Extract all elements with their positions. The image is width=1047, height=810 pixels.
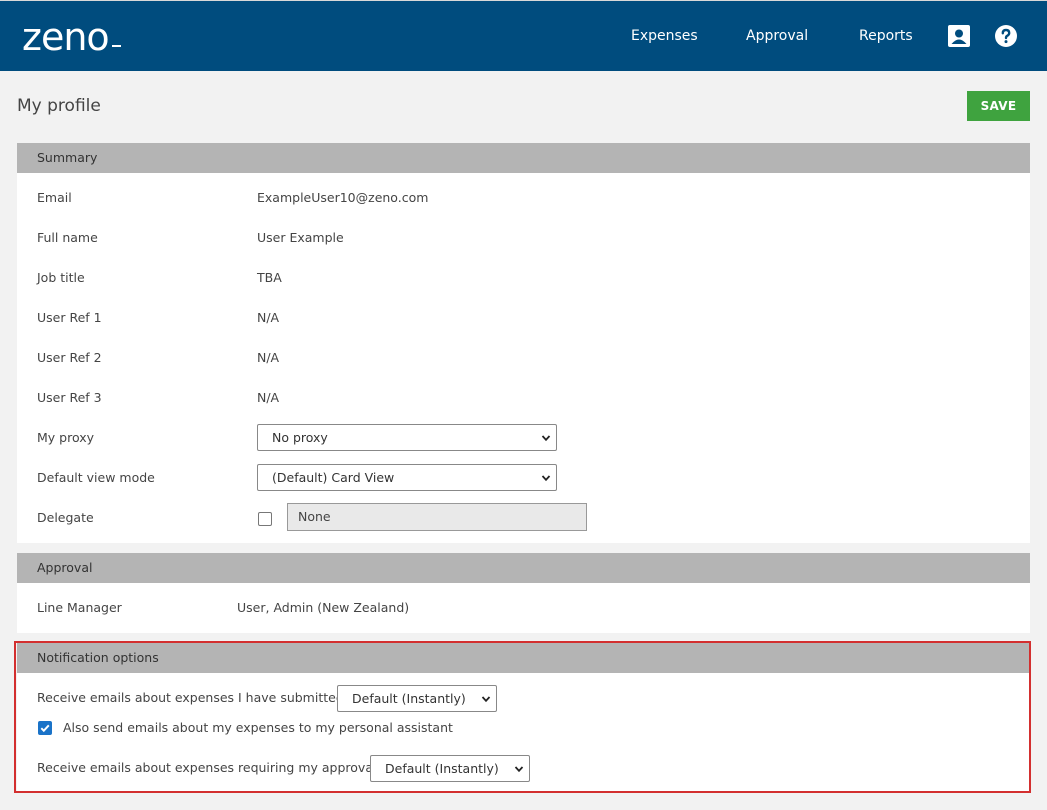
help-icon[interactable] — [995, 25, 1017, 47]
chevron-down-icon — [481, 696, 491, 703]
line-manager-label: Line Manager — [37, 600, 122, 615]
delegate-field: None — [287, 503, 587, 531]
approval-emails-label: Receive emails about expenses requiring … — [37, 760, 377, 775]
assistant-emails-label: Also send emails about my expenses to my… — [63, 720, 453, 735]
notification-section-header: Notification options — [17, 643, 1030, 673]
top-bar: zeno Expenses Approval Reports — [0, 0, 1047, 71]
submitted-emails-select[interactable]: Default (Instantly) — [337, 685, 497, 712]
nav-reports[interactable]: Reports — [859, 27, 913, 45]
save-button[interactable]: SAVE — [967, 91, 1030, 121]
chevron-down-icon — [514, 766, 524, 773]
assistant-emails-checkbox[interactable] — [38, 721, 52, 735]
submitted-emails-label: Receive emails about expenses I have sub… — [37, 690, 344, 705]
profile-icon[interactable] — [948, 25, 970, 47]
page-title: My profile — [17, 96, 101, 116]
delegate-checkbox[interactable] — [258, 512, 272, 526]
approval-emails-selected-value: Default (Instantly) — [385, 761, 499, 776]
user-ref-1-value: N/A — [257, 310, 280, 325]
job-title-label: Job title — [37, 270, 85, 285]
user-ref-2-label: User Ref 2 — [37, 350, 102, 365]
summary-section: Email ExampleUser10@zeno.com Full name U… — [17, 173, 1030, 543]
chevron-down-icon — [541, 435, 551, 442]
user-ref-1-label: User Ref 1 — [37, 310, 102, 325]
zeno-logo[interactable]: zeno — [22, 15, 110, 59]
view-mode-select[interactable]: (Default) Card View — [257, 464, 557, 491]
email-value: ExampleUser10@zeno.com — [257, 190, 429, 205]
view-mode-selected-value: (Default) Card View — [272, 470, 395, 485]
notification-section: Receive emails about expenses I have sub… — [17, 673, 1030, 793]
nav-approval[interactable]: Approval — [746, 27, 808, 45]
user-ref-3-value: N/A — [257, 390, 280, 405]
approval-section: Line Manager User, Admin (New Zealand) — [17, 583, 1030, 633]
email-label: Email — [37, 190, 72, 205]
full-name-value: User Example — [257, 230, 344, 245]
proxy-select[interactable]: No proxy — [257, 424, 557, 451]
user-ref-2-value: N/A — [257, 350, 280, 365]
full-name-label: Full name — [37, 230, 98, 245]
line-manager-value: User, Admin (New Zealand) — [237, 600, 410, 615]
delegate-label: Delegate — [37, 510, 94, 525]
proxy-selected-value: No proxy — [272, 430, 328, 445]
chevron-down-icon — [541, 475, 551, 482]
user-ref-3-label: User Ref 3 — [37, 390, 102, 405]
proxy-label: My proxy — [37, 430, 95, 445]
job-title-value: TBA — [257, 270, 282, 285]
checkmark-icon — [40, 724, 50, 733]
view-mode-label: Default view mode — [37, 470, 155, 485]
submitted-emails-selected-value: Default (Instantly) — [352, 691, 466, 706]
logo-accent — [112, 45, 121, 47]
summary-section-header: Summary — [17, 143, 1030, 173]
approval-emails-select[interactable]: Default (Instantly) — [370, 755, 530, 782]
approval-section-header: Approval — [17, 553, 1030, 583]
nav-expenses[interactable]: Expenses — [631, 27, 698, 45]
